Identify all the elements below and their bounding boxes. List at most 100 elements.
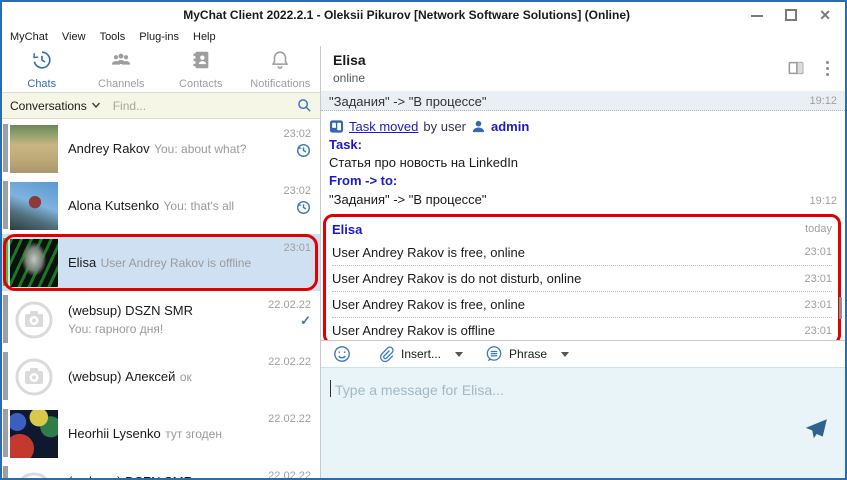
conversation-item[interactable]: Elisa User Andrey Rakov is offline 23:01…: [2, 234, 320, 291]
avatar: [10, 410, 58, 458]
message-time: 23:01: [804, 246, 832, 258]
conversation-time: 23:02: [283, 128, 311, 140]
close-icon[interactable]: ✕: [819, 9, 831, 21]
status-strip: [3, 352, 8, 400]
conversation-name: Heorhii Lysenko: [68, 426, 161, 441]
pending-clock-icon: [296, 143, 311, 158]
search-icon[interactable]: [297, 98, 312, 113]
paperclip-icon: [377, 345, 395, 363]
task-moved-user[interactable]: admin: [491, 119, 529, 134]
window-title: MyChat Client 2022.2.1 - Oleksii Pikurov…: [2, 8, 751, 22]
search-bar: Conversations Find...: [2, 92, 320, 119]
status-message-row: User Andrey Rakov is do not disturb, onl…: [332, 265, 832, 291]
search-input[interactable]: Find...: [113, 99, 297, 113]
avatar: [10, 239, 58, 287]
camera-icon: [10, 296, 58, 344]
avatar: [10, 125, 58, 173]
conversation-name: (websup) DSZN SMR: [68, 303, 193, 318]
split-panel-icon[interactable]: [786, 58, 806, 78]
status-strip: [3, 409, 8, 457]
chat-header: Elisa online: [321, 46, 845, 92]
sidebar: Chats Channels: [2, 46, 320, 478]
menu-view[interactable]: View: [62, 31, 86, 43]
menu-tools[interactable]: Tools: [100, 31, 126, 43]
conversation-name: Alona Kutsenko: [68, 198, 159, 213]
insert-dropdown-icon[interactable]: [455, 352, 463, 357]
menu-help[interactable]: Help: [193, 31, 216, 43]
conversation-time: 22.02.22: [268, 470, 311, 478]
status-strip: [3, 466, 8, 478]
tab-contacts-label: Contacts: [179, 78, 222, 90]
task-value: Статья про новость на LinkedIn: [329, 155, 837, 173]
partial-message-text: "Задания" -> "В процессе": [329, 94, 809, 109]
message-input-placeholder: Type a message for Elisa...: [335, 382, 504, 398]
conversation-item[interactable]: Andrey Rakov You: about what? 23:02 ✓: [2, 120, 320, 177]
tab-notifications[interactable]: Notifications: [241, 46, 321, 92]
chat-panel: Elisa online "Задания" -> "В процессе" 1…: [320, 46, 845, 478]
highlighted-message-group: Elisa today User Andrey Rakov is free, o…: [323, 214, 841, 340]
status-message-text: User Andrey Rakov is free, online: [332, 297, 804, 312]
phrase-bubble-icon: [485, 345, 503, 363]
camera-icon: [10, 353, 58, 401]
title-bar: MyChat Client 2022.2.1 - Oleksii Pikurov…: [2, 2, 845, 27]
task-moved-link[interactable]: Task moved: [349, 119, 418, 134]
conversation-time: 23:01: [283, 242, 311, 254]
conversation-item[interactable]: (websup) DSZN SMR You: гарного дня! 22.0…: [2, 291, 320, 348]
status-message-text: User Andrey Rakov is free, online: [332, 245, 804, 260]
conversation-item[interactable]: (websup) Алексей ок 22.02.22 ✓: [2, 348, 320, 405]
insert-button[interactable]: Insert...: [377, 345, 441, 363]
status-strip: [3, 181, 8, 229]
window-controls: ✕: [751, 9, 845, 21]
tab-channels[interactable]: Channels: [82, 46, 162, 92]
chat-title: Elisa: [333, 52, 366, 68]
pending-clock-icon: [296, 200, 311, 215]
text-cursor: [330, 380, 331, 397]
tab-chats[interactable]: Chats: [2, 46, 82, 92]
conversation-time: 22.02.22: [268, 356, 311, 368]
emoji-icon[interactable]: [333, 345, 351, 363]
status-message-row: User Andrey Rakov is free, online 23:01: [332, 239, 832, 265]
minimize-icon[interactable]: [751, 9, 763, 21]
message-history[interactable]: "Задания" -> "В процессе" 19:12 Task mov…: [321, 92, 845, 340]
send-icon[interactable]: [803, 416, 829, 442]
insert-label: Insert...: [401, 347, 441, 361]
phrase-dropdown-icon[interactable]: [561, 352, 569, 357]
avatar: [10, 467, 58, 479]
conversation-name: (websup) DSZN SMR: [68, 474, 193, 479]
phrase-button[interactable]: Phrase: [485, 345, 547, 363]
conversation-item[interactable]: (websup) DSZN SMR інформації* 22.02.22 ✓: [2, 462, 320, 478]
message-input[interactable]: Type a message for Elisa...: [321, 367, 845, 478]
menu-plugins[interactable]: Plug-ins: [139, 31, 179, 43]
phrase-label: Phrase: [509, 347, 547, 361]
camera-icon: [10, 467, 58, 479]
conversations-filter[interactable]: Conversations: [10, 99, 101, 113]
chat-status: online: [333, 71, 365, 85]
more-menu-icon[interactable]: [824, 59, 831, 78]
tab-contacts[interactable]: Contacts: [161, 46, 241, 92]
partial-message-row: "Задания" -> "В процессе" 19:12: [321, 92, 845, 111]
message-time: 23:01: [804, 325, 832, 337]
bell-icon: [269, 49, 291, 76]
user-icon: [471, 119, 486, 134]
conversation-item[interactable]: Heorhii Lysenko тут згоден 22.02.22 ✓: [2, 405, 320, 462]
fromto-label: From -> to:: [329, 173, 837, 191]
delivered-check-icon: ✓: [300, 314, 311, 328]
conversation-item[interactable]: Alona Kutsenko You: that's all 23:02 ✓: [2, 177, 320, 234]
status-message-list: User Andrey Rakov is free, online 23:01 …: [332, 239, 832, 340]
conversation-name: Andrey Rakov: [68, 141, 150, 156]
task-label: Task:: [329, 137, 837, 155]
status-message-row: User Andrey Rakov is free, online 23:01: [332, 291, 832, 317]
message-time: 23:01: [804, 299, 832, 311]
maximize-icon[interactable]: [785, 9, 797, 21]
app-window: MyChat Client 2022.2.1 - Oleksii Pikurov…: [0, 0, 847, 480]
menu-mychat[interactable]: MyChat: [10, 31, 48, 43]
message-time: 19:12: [809, 95, 837, 107]
composer-toolbar: Insert... Phrase: [321, 340, 845, 367]
tab-chats-label: Chats: [27, 78, 56, 90]
status-strip: [3, 238, 8, 286]
scrollbar-thumb[interactable]: [839, 297, 842, 319]
task-moved-by: by user: [423, 119, 466, 134]
avatar: [10, 353, 58, 401]
status-strip: [3, 124, 8, 172]
conversation-time: 23:02: [283, 185, 311, 197]
